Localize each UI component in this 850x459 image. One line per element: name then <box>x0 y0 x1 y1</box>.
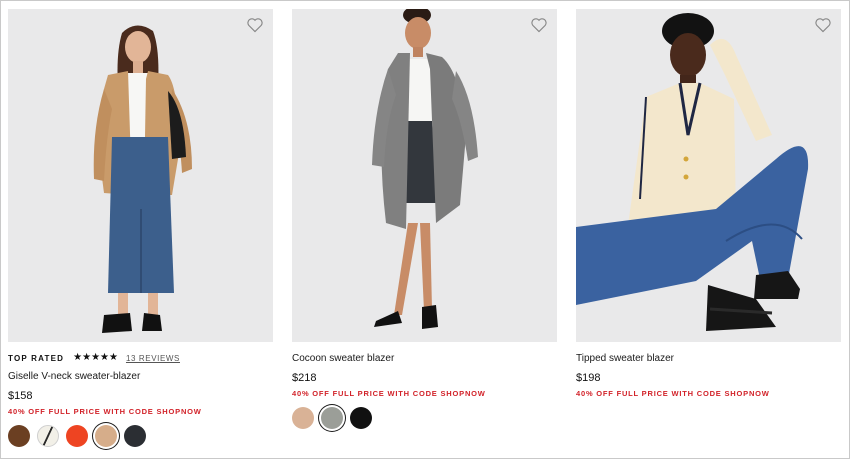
color-swatch[interactable] <box>292 407 314 429</box>
product-card-cocoon[interactable]: Cocoon sweater blazer $218 40% OFF FULL … <box>292 9 558 429</box>
color-swatches <box>8 425 153 447</box>
heart-outline-icon[interactable] <box>814 17 832 33</box>
color-swatch[interactable] <box>350 407 372 429</box>
product-card-tipped[interactable]: Tipped sweater blazer $198 40% OFF FULL … <box>576 9 842 398</box>
top-rated-badge: TOP RATED <box>8 353 65 363</box>
color-swatches <box>292 407 379 429</box>
promo-text: 40% OFF FULL PRICE WITH CODE SHOPNOW <box>576 389 770 398</box>
product-image-tipped[interactable] <box>576 9 841 342</box>
color-swatch[interactable] <box>124 425 146 447</box>
color-swatch[interactable] <box>8 425 30 447</box>
promo-text: 40% OFF FULL PRICE WITH CODE SHOPNOW <box>8 407 202 416</box>
product-price: $158 <box>8 390 33 402</box>
product-card-giselle[interactable]: TOP RATED ★★★★★ 13 REVIEWS Giselle V-nec… <box>8 9 274 447</box>
product-image-cocoon[interactable] <box>292 9 557 342</box>
product-name[interactable]: Giselle V-neck sweater-blazer <box>8 371 140 382</box>
color-swatch[interactable] <box>95 425 117 447</box>
color-swatch[interactable] <box>66 425 88 447</box>
product-name[interactable]: Tipped sweater blazer <box>576 353 674 364</box>
heart-outline-icon[interactable] <box>246 17 264 33</box>
product-price: $218 <box>292 372 317 384</box>
star-rating: ★★★★★ <box>73 352 118 363</box>
heart-outline-icon[interactable] <box>530 17 548 33</box>
promo-text: 40% OFF FULL PRICE WITH CODE SHOPNOW <box>292 389 486 398</box>
product-name[interactable]: Cocoon sweater blazer <box>292 353 394 364</box>
color-swatch[interactable] <box>37 425 59 447</box>
color-swatch[interactable] <box>321 407 343 429</box>
rating-row: TOP RATED ★★★★★ 13 REVIEWS <box>8 352 180 364</box>
reviews-link[interactable]: 13 REVIEWS <box>126 354 180 363</box>
product-price: $198 <box>576 372 601 384</box>
product-image-giselle[interactable] <box>8 9 273 342</box>
